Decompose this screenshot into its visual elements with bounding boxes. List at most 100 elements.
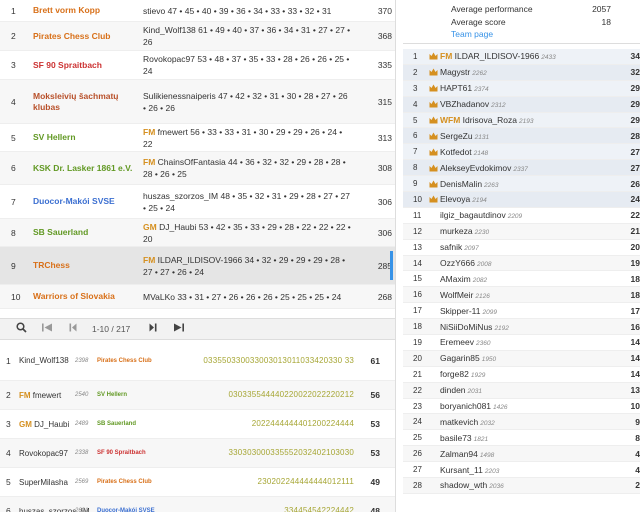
team-name-link[interactable]: SV Hellern — [33, 132, 143, 143]
player-team-link[interactable]: SB Sauerland — [97, 421, 197, 427]
search-icon[interactable] — [8, 322, 34, 336]
ranking-player-link[interactable]: DenisMalin 2263 — [440, 179, 620, 189]
ranking-player-link[interactable]: safnik 2097 — [440, 242, 620, 252]
ranking-player-link[interactable]: NiSiiDoMiNus 2192 — [440, 322, 620, 332]
team-row[interactable]: 2 Pirates Chess Club Kind_Wolf138 61 • 49 … — [0, 22, 395, 51]
team-row[interactable]: 4 Moksleivių šachmatų klubas Sulikienessna… — [0, 80, 395, 124]
ranking-row[interactable]: 23 boryanich081 1426 10 — [403, 399, 640, 415]
player-team-link[interactable]: Pirates Chess Club — [97, 358, 197, 364]
first-page-icon[interactable] — [34, 323, 60, 335]
ranking-row[interactable]: 26 Zalman94 1498 4 — [403, 446, 640, 463]
ranking-row[interactable]: 11 ilgiz_bagautdinov 2209 22 — [403, 208, 640, 224]
player-team-link[interactable]: SV Hellern — [97, 392, 197, 398]
team-name-link[interactable]: TRChess — [33, 260, 143, 271]
team-row[interactable]: 5 SV Hellern FM fmewert 56 • 33 • 33 • 31 … — [0, 124, 395, 152]
player-row[interactable]: 4 Rovokopac97 2338 SF 90 Spraitbach 33030300… — [0, 439, 395, 468]
player-row[interactable]: 1 Kind_Wolf138 2398 Pirates Chess Club 03355… — [0, 341, 395, 381]
ranking-player-link[interactable]: murkeza 2230 — [440, 226, 620, 236]
player-name-link[interactable]: Kind_Wolf138 — [19, 356, 75, 365]
ranking-row[interactable]: 25 basile73 1821 8 — [403, 430, 640, 447]
team-row[interactable]: 10 Warriors of Slovakia MVaLKo 33 • 31 • 2… — [0, 285, 395, 309]
ranking-player-link[interactable]: dinden 2031 — [440, 385, 620, 395]
ranking-row[interactable]: 21 forge82 1929 14 — [403, 367, 640, 383]
ranking-player-link[interactable]: Zalman94 1498 — [440, 449, 620, 459]
ranking-player-link[interactable]: SergeZu 2131 — [440, 131, 620, 141]
ranking-player-link[interactable]: VBZhadanov 2312 — [440, 99, 620, 109]
ranking-row[interactable]: 16 WolfMeir 2126 18 — [403, 287, 640, 304]
player-name-link[interactable]: Rovokopac97 — [19, 449, 75, 458]
player-name-link[interactable]: GM DJ_Haubi — [19, 420, 75, 429]
ranking-row[interactable]: 4 VBZhadanov 2312 29 — [403, 96, 640, 113]
team-name-link[interactable]: Moksleivių šachmatų klubas — [33, 91, 143, 113]
ranking-row[interactable]: 18 NiSiiDoMiNus 2192 16 — [403, 319, 640, 336]
player-name-link[interactable]: huszas_szorzos_IM — [19, 507, 90, 512]
ranking-row[interactable]: 22 dinden 2031 13 — [403, 382, 640, 399]
next-page-icon[interactable] — [140, 323, 166, 335]
ranking-row[interactable]: 3 HAPT61 2374 29 — [403, 80, 640, 97]
ranking-player-link[interactable]: AMaxim 2082 — [440, 274, 620, 284]
team-name-link[interactable]: SB Sauerland — [33, 227, 143, 238]
player-row[interactable]: 6 huszas_szorzos_IM 2621 Duocor-Makói SVSE 3… — [0, 497, 395, 512]
player-row[interactable]: 2 FM fmewert 2540 SV Hellern 030335544440220… — [0, 381, 395, 410]
ranking-row[interactable]: 12 murkeza 2230 21 — [403, 223, 640, 240]
ranking-player-link[interactable]: basile73 1821 — [440, 433, 620, 443]
team-name-link[interactable]: Brett vorm Kopp — [33, 5, 143, 16]
team-name-link[interactable]: Pirates Chess Club — [33, 31, 143, 42]
ranking-player-link[interactable]: forge82 1929 — [440, 369, 620, 379]
ranking-player-link[interactable]: FM ILDAR_ILDISOV-1966 2433 — [440, 51, 620, 61]
team-name-link[interactable]: KSK Dr. Lasker 1861 e.V. — [33, 163, 143, 174]
ranking-player-link[interactable]: WolfMeir 2126 — [440, 290, 620, 300]
ranking-row[interactable]: 20 Gagarin85 1950 14 — [403, 350, 640, 367]
ranking-row[interactable]: 7 Kotfedot 2148 27 — [403, 144, 640, 161]
player-team-link[interactable]: Pirates Chess Club — [97, 479, 197, 485]
ranking-player-link[interactable]: OzzY666 2008 — [440, 258, 620, 268]
ranking-row[interactable]: 1 FM ILDAR_ILDISOV-1966 2433 34 — [403, 49, 640, 65]
team-row[interactable]: 1 Brett vorm Kopp stievo 47 • 45 • 40 • 39… — [0, 0, 395, 22]
ranking-player-link[interactable]: AlekseyEvdokimov 2337 — [440, 163, 620, 173]
ranking-row[interactable]: 28 shadow_wth 2036 2 — [403, 478, 640, 494]
ranking-row[interactable]: 9 DenisMalin 2263 26 — [403, 176, 640, 193]
ranking-player-link[interactable]: matkevich 2032 — [440, 417, 620, 427]
ranking-player-link[interactable]: Skipper-11 2099 — [440, 306, 620, 316]
ranking-player-link[interactable]: shadow_wth 2036 — [440, 480, 620, 490]
team-row[interactable]: 3 SF 90 Spraitbach Rovokopac97 53 • 48 • 3… — [0, 51, 395, 80]
ranking-row[interactable]: 5 WFM Idrisova_Roza 2193 29 — [403, 112, 640, 129]
ranking-row[interactable]: 24 matkevich 2032 9 — [403, 414, 640, 431]
ranking-player-link[interactable]: Kursant_11 2203 — [440, 465, 620, 475]
ranking-row[interactable]: 15 AMaxim 2082 18 — [403, 271, 640, 288]
team-page-link[interactable]: Team page — [451, 29, 640, 39]
ranking-player-link[interactable]: Gagarin85 1950 — [440, 353, 620, 363]
ranking-player-link[interactable]: WFM Idrisova_Roza 2193 — [440, 115, 620, 125]
ranking-row[interactable]: 14 OzzY666 2008 19 — [403, 255, 640, 272]
player-row[interactable]: 3 GM DJ_Haubi 2489 SB Sauerland 202244444440… — [0, 410, 395, 439]
ranking-player-link[interactable]: boryanich081 1426 — [440, 401, 620, 411]
ranking-player-link[interactable]: Kotfedot 2148 — [440, 147, 620, 157]
ranking-row[interactable]: 19 Eremeev 2360 14 — [403, 335, 640, 351]
player-name-link[interactable]: FM fmewert — [19, 391, 75, 400]
player-row[interactable]: 5 SuperMilasha 2569 Pirates Chess Club 23020… — [0, 468, 395, 497]
player-team-link[interactable]: Duocor-Makói SVSE — [97, 508, 197, 512]
last-page-icon[interactable] — [166, 323, 192, 335]
team-row[interactable]: 7 Duocor-Makói SVSE huszas_szorzos_IM 48 •… — [0, 185, 395, 219]
team-row[interactable]: 6 KSK Dr. Lasker 1861 e.V. FM ChainsOfFant… — [0, 152, 395, 185]
ranking-row[interactable]: 27 Kursant_11 2203 4 — [403, 462, 640, 479]
ranking-player-link[interactable]: Elevoya 2194 — [440, 194, 620, 204]
team-name-link[interactable]: SF 90 Spraitbach — [33, 60, 143, 71]
ranking-row[interactable]: 2 Magystr 2262 32 — [403, 64, 640, 81]
player-team-link[interactable]: SF 90 Spraitbach — [97, 450, 197, 456]
ranking-row[interactable]: 8 AlekseyEvdokimov 2337 27 — [403, 160, 640, 177]
team-name-link[interactable]: Warriors of Slovakia — [33, 291, 143, 302]
ranking-player-link[interactable]: ilgiz_bagautdinov 2209 — [440, 210, 620, 220]
ranking-row[interactable]: 10 Elevoya 2194 24 — [403, 192, 640, 208]
ranking-player-link[interactable]: Eremeev 2360 — [440, 337, 620, 347]
player-name-link[interactable]: SuperMilasha — [19, 478, 75, 487]
ranking-row[interactable]: 13 safnik 2097 20 — [403, 240, 640, 256]
team-row[interactable]: 9 TRChess FM ILDAR_ILDISOV-1966 34 • 32 • … — [0, 247, 395, 285]
team-name-link[interactable]: Duocor-Makói SVSE — [33, 196, 143, 207]
ranking-player-link[interactable]: Magystr 2262 — [440, 67, 620, 77]
ranking-row[interactable]: 6 SergeZu 2131 28 — [403, 128, 640, 145]
ranking-row[interactable]: 17 Skipper-11 2099 17 — [403, 303, 640, 320]
ranking-player-link[interactable]: HAPT61 2374 — [440, 83, 620, 93]
team-row[interactable]: 8 SB Sauerland GM DJ_Haubi 53 • 42 • 35 • … — [0, 219, 395, 247]
prev-page-icon[interactable] — [60, 323, 86, 335]
